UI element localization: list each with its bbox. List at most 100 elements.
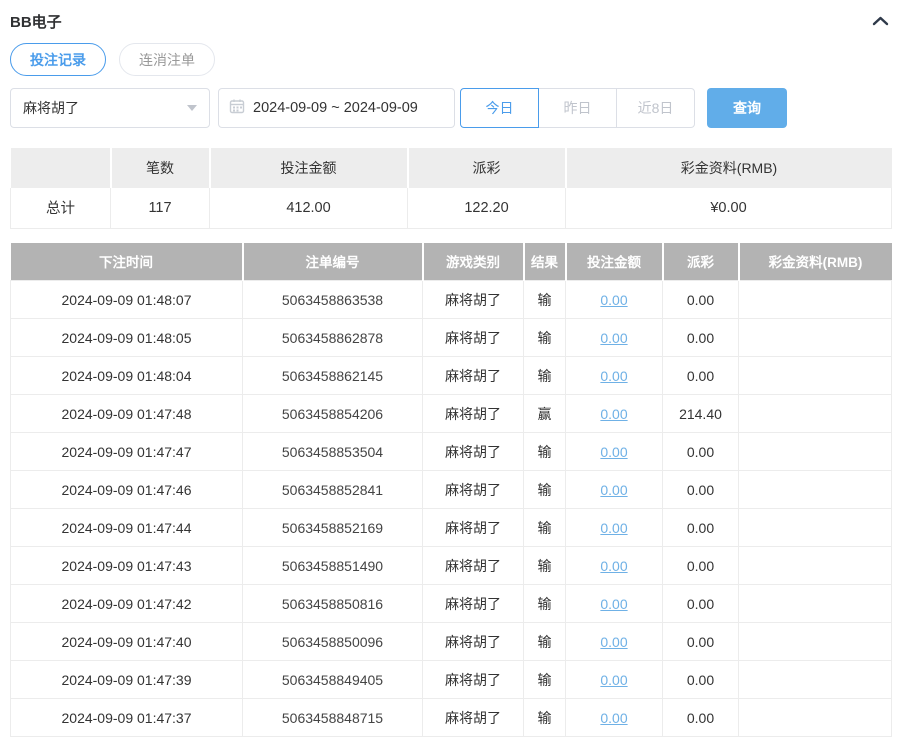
today-button[interactable]: 今日 xyxy=(460,88,539,128)
bet-amount-link[interactable]: 0.00 xyxy=(600,710,627,726)
jackpot-cell xyxy=(738,318,892,357)
query-button[interactable]: 查询 xyxy=(707,88,787,128)
order-number-cell: 5063458850096 xyxy=(242,622,423,661)
bet-amount-cell: 0.00 xyxy=(565,432,663,471)
summary-total-bet-amount: 412.00 xyxy=(209,188,408,229)
summary-total-row: 总计 117 412.00 122.20 ¥0.00 xyxy=(10,188,892,229)
records-header-bet-amount: 投注金额 xyxy=(565,242,664,281)
summary-header-jackpot: 彩金资料(RMB) xyxy=(565,148,892,188)
jackpot-cell xyxy=(738,356,892,395)
bet-amount-cell: 0.00 xyxy=(565,660,663,699)
payout-cell: 0.00 xyxy=(662,432,739,471)
result-cell: 输 xyxy=(523,546,566,585)
result-cell: 输 xyxy=(523,470,566,509)
result-cell: 输 xyxy=(523,622,566,661)
order-number-cell: 5063458863538 xyxy=(242,280,423,319)
order-number-cell: 5063458851490 xyxy=(242,546,423,585)
page-title: BB电子 xyxy=(10,14,62,31)
bet-time-cell: 2024-09-09 01:47:43 xyxy=(10,546,243,585)
bet-time-cell: 2024-09-09 01:47:46 xyxy=(10,470,243,509)
summary-total-payout: 122.20 xyxy=(407,188,566,229)
result-cell: 赢 xyxy=(523,394,566,433)
payout-cell: 0.00 xyxy=(662,318,739,357)
bet-time-cell: 2024-09-09 01:48:05 xyxy=(10,318,243,357)
records-header-bet-time: 下注时间 xyxy=(10,242,244,281)
records-table: 下注时间 注单编号 游戏类别 结果 投注金额 派彩 彩金资料(RMB) 2024… xyxy=(10,242,892,737)
bet-amount-link[interactable]: 0.00 xyxy=(600,292,627,308)
game-type-select[interactable]: 麻将胡了 xyxy=(10,88,210,128)
bet-amount-link[interactable]: 0.00 xyxy=(600,406,627,422)
bet-amount-cell: 0.00 xyxy=(565,470,663,509)
last-8-days-button[interactable]: 近8日 xyxy=(616,88,695,128)
result-cell: 输 xyxy=(523,318,566,357)
payout-cell: 0.00 xyxy=(662,584,739,623)
jackpot-cell xyxy=(738,394,892,433)
record-row: 2024-09-09 01:48:04 5063458862145 麻将胡了 输… xyxy=(10,356,892,395)
summary-header-count: 笔数 xyxy=(110,148,211,188)
record-row: 2024-09-09 01:47:42 5063458850816 麻将胡了 输… xyxy=(10,584,892,623)
summary-header-payout: 派彩 xyxy=(407,148,567,188)
bet-amount-link[interactable]: 0.00 xyxy=(600,596,627,612)
record-row: 2024-09-09 01:47:47 5063458853504 麻将胡了 输… xyxy=(10,432,892,471)
bet-amount-link[interactable]: 0.00 xyxy=(600,520,627,536)
payout-cell: 214.40 xyxy=(662,394,739,433)
game-type-cell: 麻将胡了 xyxy=(422,546,524,585)
result-cell: 输 xyxy=(523,508,566,547)
order-number-cell: 5063458850816 xyxy=(242,584,423,623)
bet-amount-link[interactable]: 0.00 xyxy=(600,444,627,460)
bet-amount-link[interactable]: 0.00 xyxy=(600,368,627,384)
game-type-cell: 麻将胡了 xyxy=(422,470,524,509)
result-cell: 输 xyxy=(523,280,566,319)
record-row: 2024-09-09 01:48:07 5063458863538 麻将胡了 输… xyxy=(10,280,892,319)
tab-betting-records[interactable]: 投注记录 xyxy=(10,43,106,76)
caret-down-icon xyxy=(187,105,197,111)
bet-amount-link[interactable]: 0.00 xyxy=(600,672,627,688)
record-row: 2024-09-09 01:47:46 5063458852841 麻将胡了 输… xyxy=(10,470,892,509)
bet-amount-link[interactable]: 0.00 xyxy=(600,330,627,346)
date-range-picker[interactable]: 2024-09-09 ~ 2024-09-09 xyxy=(218,88,455,128)
result-cell: 输 xyxy=(523,660,566,699)
summary-header-empty xyxy=(10,148,112,188)
bet-time-cell: 2024-09-09 01:47:47 xyxy=(10,432,243,471)
bet-time-cell: 2024-09-09 01:47:48 xyxy=(10,394,243,433)
records-header-game-type: 游戏类别 xyxy=(422,242,525,281)
bet-time-cell: 2024-09-09 01:47:44 xyxy=(10,508,243,547)
order-number-cell: 5063458849405 xyxy=(242,660,423,699)
payout-cell: 0.00 xyxy=(662,356,739,395)
jackpot-cell xyxy=(738,470,892,509)
summary-table: 笔数 投注金额 派彩 彩金资料(RMB) 总计 117 412.00 122.2… xyxy=(10,148,892,229)
yesterday-button[interactable]: 昨日 xyxy=(538,88,617,128)
order-number-cell: 5063458853504 xyxy=(242,432,423,471)
order-number-cell: 5063458862145 xyxy=(242,356,423,395)
records-header-jackpot: 彩金资料(RMB) xyxy=(738,242,892,281)
bet-amount-cell: 0.00 xyxy=(565,280,663,319)
result-cell: 输 xyxy=(523,356,566,395)
jackpot-cell xyxy=(738,546,892,585)
bet-amount-cell: 0.00 xyxy=(565,698,663,737)
date-range-value: 2024-09-09 ~ 2024-09-09 xyxy=(253,100,418,116)
tab-cancelled-orders[interactable]: 连消注单 xyxy=(119,43,215,76)
jackpot-cell xyxy=(738,698,892,737)
game-type-cell: 麻将胡了 xyxy=(422,584,524,623)
bet-time-cell: 2024-09-09 01:47:40 xyxy=(10,622,243,661)
jackpot-cell xyxy=(738,660,892,699)
game-type-cell: 麻将胡了 xyxy=(422,394,524,433)
bet-amount-cell: 0.00 xyxy=(565,356,663,395)
result-cell: 输 xyxy=(523,698,566,737)
summary-header-row: 笔数 投注金额 派彩 彩金资料(RMB) xyxy=(10,148,892,188)
bet-time-cell: 2024-09-09 01:47:42 xyxy=(10,584,243,623)
tab-bar: 投注记录 连消注单 xyxy=(10,43,891,76)
record-row: 2024-09-09 01:47:43 5063458851490 麻将胡了 输… xyxy=(10,546,892,585)
summary-total-label: 总计 xyxy=(10,188,111,229)
payout-cell: 0.00 xyxy=(662,698,739,737)
record-row: 2024-09-09 01:47:39 5063458849405 麻将胡了 输… xyxy=(10,660,892,699)
quick-date-button-group: 今日 昨日 近8日 xyxy=(460,88,695,128)
collapse-panel-button[interactable] xyxy=(870,12,891,32)
bet-amount-link[interactable]: 0.00 xyxy=(600,558,627,574)
bet-amount-link[interactable]: 0.00 xyxy=(600,634,627,650)
bet-amount-cell: 0.00 xyxy=(565,584,663,623)
bet-amount-link[interactable]: 0.00 xyxy=(600,482,627,498)
game-type-cell: 麻将胡了 xyxy=(422,622,524,661)
bet-amount-cell: 0.00 xyxy=(565,546,663,585)
game-type-cell: 麻将胡了 xyxy=(422,432,524,471)
